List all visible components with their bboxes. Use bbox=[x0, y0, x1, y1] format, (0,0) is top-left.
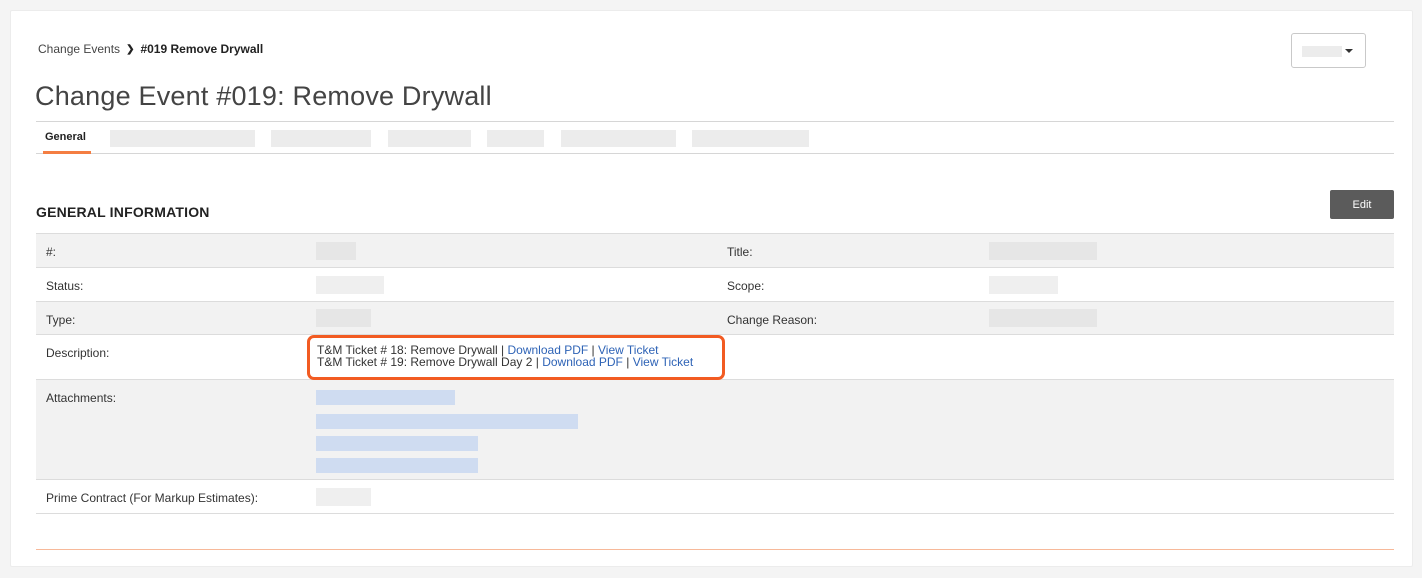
type-value bbox=[316, 309, 371, 327]
attachment-link[interactable] bbox=[316, 390, 455, 405]
general-info-table: #: Title: Status: Scope: Type: Change Re… bbox=[36, 233, 1394, 514]
edit-button[interactable]: Edit bbox=[1330, 190, 1394, 219]
description-value: T&M Ticket # 18: Remove Drywall | Downlo… bbox=[317, 344, 693, 368]
ticket-19-download-pdf-link[interactable]: Download PDF bbox=[542, 355, 623, 369]
actions-dropdown[interactable] bbox=[1291, 33, 1366, 68]
tab-placeholder[interactable] bbox=[271, 130, 371, 147]
dropdown-label-placeholder bbox=[1302, 46, 1342, 57]
prime-contract-value bbox=[316, 488, 371, 506]
change-reason-value bbox=[989, 309, 1097, 327]
link-separator: | bbox=[622, 355, 633, 369]
scope-value bbox=[989, 276, 1058, 294]
ticket-19-view-ticket-link[interactable]: View Ticket bbox=[633, 355, 693, 369]
attachments-label: Attachments: bbox=[46, 391, 117, 405]
tab-placeholder[interactable] bbox=[692, 130, 809, 147]
section-title: GENERAL INFORMATION bbox=[36, 204, 210, 220]
breadcrumb-current: #019 Remove Drywall bbox=[140, 42, 264, 56]
tab-placeholder[interactable] bbox=[110, 130, 255, 147]
tab-placeholder[interactable] bbox=[487, 130, 544, 147]
table-row: Status: Scope: bbox=[36, 268, 1394, 302]
active-tab-indicator bbox=[43, 151, 91, 154]
change-event-panel: Change Events ❯ #019 Remove Drywall Chan… bbox=[10, 10, 1413, 567]
description-line-2: T&M Ticket # 19: Remove Drywall Day 2 | … bbox=[317, 356, 693, 368]
page-title: Change Event #019: Remove Drywall bbox=[35, 81, 492, 111]
table-row: Prime Contract (For Markup Estimates): bbox=[36, 480, 1394, 514]
ticket-19-text: T&M Ticket # 19: Remove Drywall Day 2 | bbox=[317, 355, 543, 369]
change-reason-label: Change Reason: bbox=[727, 313, 818, 327]
title-label: Title: bbox=[727, 245, 753, 259]
number-value bbox=[316, 242, 356, 260]
type-label: Type: bbox=[46, 313, 76, 327]
breadcrumb: Change Events ❯ #019 Remove Drywall bbox=[38, 42, 263, 56]
tab-bar: General bbox=[36, 121, 1394, 154]
attachment-link[interactable] bbox=[316, 414, 578, 429]
table-row: Type: Change Reason: bbox=[36, 302, 1394, 335]
prime-contract-label: Prime Contract (For Markup Estimates): bbox=[46, 491, 259, 505]
table-row: Attachments: bbox=[36, 380, 1394, 480]
title-value bbox=[989, 242, 1097, 260]
attachment-link[interactable] bbox=[316, 436, 478, 451]
scope-label: Scope: bbox=[727, 279, 765, 293]
table-row: #: Title: bbox=[36, 234, 1394, 268]
tab-placeholder[interactable] bbox=[388, 130, 471, 147]
chevron-right-icon: ❯ bbox=[126, 43, 135, 55]
status-label: Status: bbox=[46, 279, 84, 293]
bottom-divider bbox=[36, 549, 1394, 550]
status-value bbox=[316, 276, 384, 294]
tab-placeholder[interactable] bbox=[561, 130, 676, 147]
description-label: Description: bbox=[46, 346, 110, 360]
attachment-link[interactable] bbox=[316, 458, 478, 473]
number-label: #: bbox=[46, 245, 57, 259]
tab-general[interactable]: General bbox=[45, 131, 86, 143]
breadcrumb-change-events-link[interactable]: Change Events bbox=[38, 42, 120, 56]
caret-down-icon bbox=[1345, 49, 1353, 53]
